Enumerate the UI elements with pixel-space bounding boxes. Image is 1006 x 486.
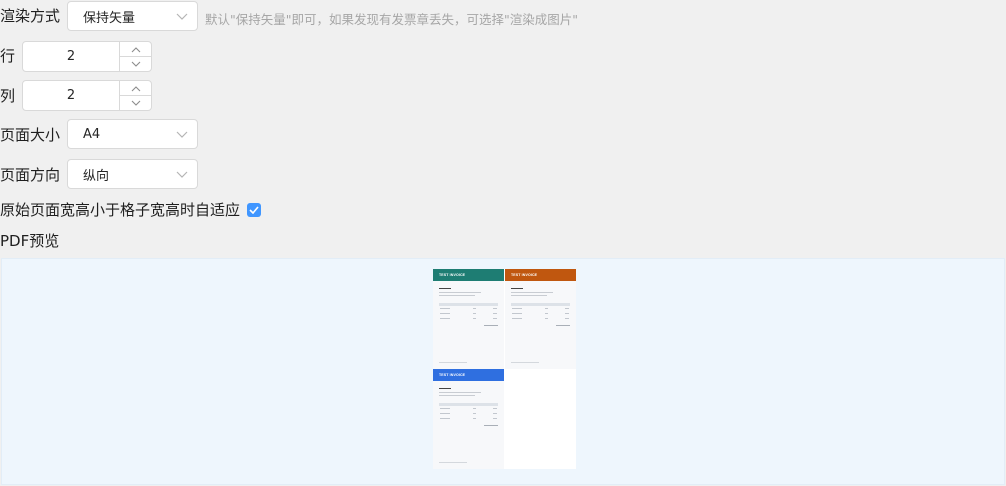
invoice-heading-mark bbox=[439, 288, 451, 289]
chevron-down-icon bbox=[131, 61, 140, 67]
cols-stepper[interactable]: 2 bbox=[22, 80, 152, 111]
invoice-header: TEST INVOICE bbox=[505, 269, 576, 281]
page-size-select[interactable]: A4 bbox=[67, 119, 198, 149]
cols-value[interactable]: 2 bbox=[23, 81, 119, 110]
invoice-table-header bbox=[439, 403, 498, 406]
invoice-table-row bbox=[439, 318, 498, 320]
rows-increment-button[interactable] bbox=[120, 42, 151, 57]
chevron-down-icon bbox=[131, 100, 140, 106]
invoice-table-row bbox=[439, 413, 498, 415]
render-mode-label: 渲染方式 bbox=[0, 7, 61, 25]
render-mode-select[interactable]: 保持矢量 bbox=[67, 1, 198, 31]
rows-label: 行 bbox=[0, 47, 16, 65]
rows-value[interactable]: 2 bbox=[23, 42, 119, 71]
invoice-table-row bbox=[439, 408, 498, 410]
autofit-row: 原始页面宽高小于格子宽高时自适应 bbox=[0, 200, 240, 220]
rows-decrement-button[interactable] bbox=[120, 57, 151, 71]
autofit-label: 原始页面宽高小于格子宽高时自适应 bbox=[0, 201, 241, 219]
page-size-value: A4 bbox=[83, 126, 101, 142]
invoice-thumbnail: TEST INVOICE bbox=[433, 269, 504, 369]
orientation-select[interactable]: 纵向 bbox=[67, 159, 198, 189]
invoice-table-header bbox=[439, 303, 498, 306]
render-mode-row: 渲染方式 bbox=[0, 6, 60, 26]
orientation-row: 页面方向 bbox=[0, 165, 60, 185]
chevron-down-icon bbox=[176, 13, 188, 20]
page-size-row: 页面大小 bbox=[0, 125, 60, 145]
cols-row: 列 bbox=[0, 86, 15, 106]
invoice-table-row bbox=[511, 308, 570, 310]
invoice-text-line bbox=[439, 295, 475, 296]
chevron-up-icon bbox=[131, 85, 140, 91]
invoice-table-header bbox=[511, 303, 570, 306]
invoice-heading-mark bbox=[439, 388, 451, 389]
invoice-header: TEST INVOICE bbox=[433, 269, 504, 281]
invoice-text-line bbox=[511, 292, 553, 293]
chevron-up-icon bbox=[131, 46, 140, 52]
invoice-header: TEST INVOICE bbox=[433, 369, 504, 381]
invoice-table-row bbox=[511, 318, 570, 320]
chevron-down-icon bbox=[176, 131, 188, 138]
invoice-footer-mark bbox=[439, 462, 467, 463]
chevron-down-icon bbox=[176, 171, 188, 178]
invoice-total-mark bbox=[484, 425, 498, 426]
rows-stepper-arrows bbox=[119, 42, 151, 71]
invoice-text-line bbox=[439, 395, 475, 396]
invoice-thumbnail: TEST INVOICE bbox=[505, 269, 576, 369]
cols-stepper-arrows bbox=[119, 81, 151, 110]
orientation-value: 纵向 bbox=[83, 168, 110, 184]
invoice-table-row bbox=[439, 308, 498, 310]
render-mode-hint: 默认"保持矢量"即可，如果发现有发票章丢失，可选择"渲染成图片" bbox=[205, 12, 578, 27]
orientation-label: 页面方向 bbox=[0, 166, 61, 184]
autofit-checkbox[interactable] bbox=[247, 203, 261, 217]
invoice-heading-mark bbox=[511, 288, 523, 289]
invoice-table bbox=[511, 303, 570, 323]
pdf-preview-panel: TEST INVOICE TEST INVOICE TEST INVOICE bbox=[1, 258, 1005, 485]
rows-stepper[interactable]: 2 bbox=[22, 41, 152, 72]
rows-row: 行 bbox=[0, 46, 15, 66]
invoice-text-line bbox=[439, 392, 481, 393]
cols-label: 列 bbox=[0, 87, 16, 105]
page-size-label: 页面大小 bbox=[0, 126, 61, 144]
invoice-table-row bbox=[511, 313, 570, 315]
invoice-footer-mark bbox=[511, 362, 539, 363]
cols-increment-button[interactable] bbox=[120, 81, 151, 96]
invoice-thumbnail: TEST INVOICE bbox=[433, 369, 504, 469]
pdf-preview-page: TEST INVOICE TEST INVOICE TEST INVOICE bbox=[433, 269, 576, 469]
invoice-footer-mark bbox=[439, 362, 467, 363]
cols-decrement-button[interactable] bbox=[120, 96, 151, 110]
render-mode-value: 保持矢量 bbox=[83, 10, 136, 26]
invoice-table-row bbox=[439, 418, 498, 420]
invoice-text-line bbox=[439, 292, 481, 293]
invoice-table bbox=[439, 403, 498, 423]
invoice-total-mark bbox=[556, 325, 570, 326]
preview-label: PDF预览 bbox=[0, 232, 60, 250]
invoice-table-row bbox=[439, 313, 498, 315]
checkmark-icon bbox=[249, 206, 259, 214]
invoice-table bbox=[439, 303, 498, 323]
preview-row: PDF预览 bbox=[0, 231, 59, 251]
invoice-total-mark bbox=[484, 325, 498, 326]
invoice-text-line bbox=[511, 295, 547, 296]
